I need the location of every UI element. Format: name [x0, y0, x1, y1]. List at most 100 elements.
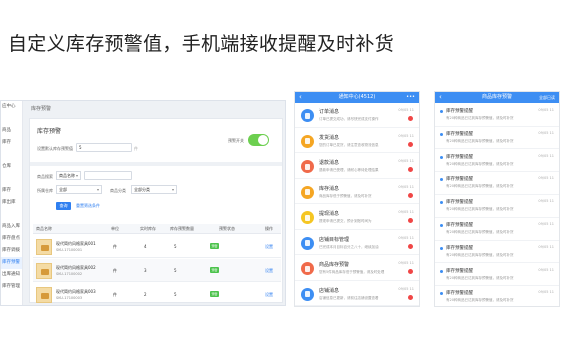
sidebar-item[interactable]: 库存盘点 [1, 233, 22, 245]
sidebar-item[interactable]: 商品 [1, 125, 22, 137]
message-category-icon [301, 185, 314, 199]
table-header: 商品名称 单位 实时库存 库存预警数量 预警状态 操作 [33, 224, 281, 234]
search-type-select[interactable]: 商品名称 ▾ [56, 171, 81, 180]
reset-filter-link[interactable]: 重置筛选条件 [76, 202, 100, 210]
sidebar-item[interactable]: 库存 [1, 185, 22, 197]
unit-cell: 件 [113, 292, 117, 297]
more-icon[interactable]: ••• [406, 92, 415, 103]
stock-cell: 2 [144, 292, 147, 297]
message-item[interactable]: 商品库存预警 您有5件商品库存低于预警值，请及时处理 09/05 11 [295, 257, 419, 281]
unread-dot [440, 224, 443, 227]
search-label: 商品搜索 [37, 174, 53, 179]
unread-badge [408, 116, 413, 121]
message-time: 09/05 11 [398, 108, 414, 112]
warning-desc: 有20种商品已达到库存预警值，请及时补货 [446, 298, 514, 303]
set-link[interactable]: 设置 [265, 283, 273, 305]
sidebar-item[interactable]: 库存 [1, 137, 22, 149]
warning-item[interactable]: 库存预警提醒 有20种商品已达到库存预警值，请及时补货 09/05 11 [435, 241, 559, 264]
message-item[interactable]: 提现消息 提现申请已提交，预计到账时间为 09/05 11 [295, 206, 419, 230]
message-category-icon [301, 160, 314, 173]
section-title: 库存预警 [37, 128, 62, 135]
message-time: 09/05 11 [398, 184, 414, 189]
message-item[interactable]: 店铺消息 店铺信息已更新，请前往店铺设置查看 09/05 11 [295, 283, 419, 306]
sidebar: 应中心商品库存仓库库存库出库商品入库库存盘点库存调拨库存预警出库通知库存管理库存… [1, 101, 23, 305]
table-row: 现代简约风格家具001 SKU-17100001 件 4 5 预警 设置 [33, 235, 281, 258]
sidebar-item[interactable] [1, 113, 22, 125]
message-category-icon [301, 236, 314, 250]
sidebar-item[interactable]: 库出库 [1, 197, 22, 209]
nav-bar: ‹ 商品库存预警 全部已读 [435, 92, 559, 103]
unread-badge [408, 269, 413, 274]
set-link[interactable]: 设置 [265, 235, 273, 258]
warning-item[interactable]: 库存预警提醒 有20种商品已达到库存预警值，请及时补货 09/05 11 [435, 264, 559, 287]
message-item[interactable]: 退款消息 退款申请已受理，请耐心等待处理结果 09/05 11 [295, 155, 419, 179]
warning-title: 库存预警提醒 [446, 245, 473, 251]
sidebar-item[interactable] [1, 173, 22, 185]
table-row: 现代简约风格家具002 SKU-17100002 件 3 5 预警 设置 [33, 259, 281, 282]
warning-time: 09/05 11 [538, 267, 554, 272]
message-title: 退款消息 [319, 160, 340, 166]
search-type-value: 商品名称 [59, 173, 75, 178]
phone-stock-warning: ‹ 商品库存预警 全部已读 库存预警提醒 有20种商品已达到库存预警值，请及时补货… [434, 91, 560, 307]
message-title: 店铺目标管理 [319, 236, 350, 243]
desktop-admin-panel: 应中心 商品 库存 仓库 库存 库出库 商品入库 库存盘点 库存调拨 库存预警 出库通知 库存管理 库存… [0, 100, 286, 306]
message-desc: 店铺信息已更新，请前往店铺设置查看 [319, 295, 379, 300]
switch-label: 预警开关 [228, 138, 244, 143]
unread-dot [440, 246, 443, 250]
threshold-input[interactable]: 5 [76, 143, 132, 152]
status-badge: 预警 [210, 291, 219, 297]
message-desc: 订单已提交成功，请尽快完成支付操作 [319, 117, 379, 121]
sidebar-item[interactable] [1, 293, 22, 305]
col-op: 操作 [265, 226, 273, 231]
sidebar-item[interactable] [1, 149, 22, 161]
message-item[interactable]: 库存消息 商品库存低于预警值，请及时补货 09/05 11 [295, 181, 419, 205]
message-title: 提现消息 [319, 211, 340, 217]
message-time: 09/05 11 [398, 286, 414, 291]
warning-time: 09/05 11 [538, 130, 554, 135]
warning-item[interactable]: 库存预警提醒 有20种商品已达到库存预警值，请及时补货 09/05 11 [435, 172, 559, 195]
sidebar-item[interactable]: 出库通知 [1, 269, 22, 281]
warning-item[interactable]: 库存预警提醒 有20种商品已达到库存预警值，请及时补货 09/05 11 [435, 127, 559, 150]
category-label: 商品分类 [110, 188, 126, 193]
warning-title: 库存预警提醒 [446, 177, 473, 183]
sidebar-item[interactable] [1, 305, 22, 306]
col-status: 预警状态 [219, 226, 235, 231]
message-title: 库存消息 [319, 185, 340, 192]
message-item[interactable]: 订单消息 订单已提交成功，请尽快完成支付操作 09/05 11 [295, 104, 419, 128]
warning-title: 库存预警提醒 [446, 223, 473, 228]
message-title: 店铺消息 [319, 287, 340, 294]
sidebar-item[interactable]: 仓库 [1, 161, 22, 173]
category-select[interactable]: 全部分类 ▾ [131, 185, 177, 194]
warning-item[interactable]: 库存预警提醒 有20种商品已达到库存预警值，请及时补货 09/05 11 [435, 104, 559, 127]
mark-all-read-button[interactable]: 全部已读 [539, 92, 555, 103]
warning-item[interactable]: 库存预警提醒 有20种商品已达到库存预警值，请及时补货 09/05 11 [435, 150, 559, 173]
message-item[interactable]: 店铺目标管理 已完成本月目标百分之八十，继续加油 09/05 11 [295, 232, 419, 256]
unread-dot [440, 155, 443, 159]
unread-dot [440, 292, 443, 296]
warning-item[interactable]: 库存预警提醒 有20种商品已达到库存预警值，请及时补货 09/05 11 [435, 218, 559, 241]
sidebar-item[interactable]: 库存预警 [1, 257, 22, 269]
unread-badge [408, 167, 413, 172]
query-button[interactable]: 查询 [56, 202, 71, 210]
sidebar-item[interactable]: 应中心 [1, 101, 22, 113]
warning-item[interactable]: 库存预警提醒 有20种商品已达到库存预警值，请及时补货 09/05 11 [435, 195, 559, 218]
warehouse-select[interactable]: 全部 ▾ [56, 185, 102, 194]
page-headline: 自定义库存预警值，手机端接收提醒及时补货 [8, 33, 395, 55]
warning-switch[interactable] [248, 134, 269, 146]
warning-item[interactable]: 库存预警提醒 有20种商品已达到库存预警值，请及时补货 09/05 11 [435, 286, 559, 306]
search-input[interactable] [84, 171, 132, 180]
sidebar-item[interactable]: 库存调拨 [1, 245, 22, 257]
sidebar-item[interactable]: 库存管理 [1, 281, 22, 293]
message-item[interactable]: 发货消息 您的订单已发货，请注意查收物流信息 09/05 11 [295, 130, 419, 154]
message-time: 09/05 11 [398, 261, 414, 265]
status-badge: 预警 [210, 243, 219, 249]
sidebar-item[interactable]: 商品入库 [1, 221, 22, 233]
set-link[interactable]: 设置 [265, 259, 273, 282]
threshold-unit: 件 [134, 146, 138, 151]
unread-badge [408, 243, 413, 249]
col-unit: 单位 [111, 226, 119, 231]
unread-badge [408, 218, 413, 223]
warning-desc: 有20种商品已达到库存预警值，请及时补货 [446, 207, 514, 212]
switch-knob [258, 135, 268, 145]
sidebar-item[interactable] [1, 209, 22, 221]
